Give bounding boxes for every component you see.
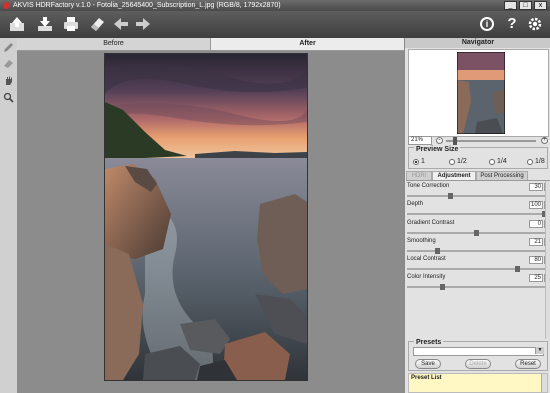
- param-value-field[interactable]: 80: [529, 256, 543, 264]
- preview-size-option[interactable]: 1/4: [489, 158, 507, 165]
- param-label: Depth: [407, 201, 424, 207]
- param-value-field[interactable]: 25: [529, 274, 543, 282]
- preview-size-option[interactable]: 1: [413, 158, 425, 165]
- radio-dot[interactable]: [489, 158, 495, 165]
- param-row: Gradient Contrast 0: [407, 220, 549, 237]
- hdr-photo[interactable]: [104, 53, 308, 381]
- settings-tabs: HDRI Adjustment Post Processing: [406, 171, 550, 181]
- param-row: Smoothing 21: [407, 238, 549, 255]
- param-label: Tone Correction: [407, 183, 450, 189]
- preset-list[interactable]: Preset List: [408, 373, 548, 393]
- param-label: Smoothing: [407, 238, 436, 244]
- param-value-field[interactable]: 30: [529, 183, 543, 191]
- settings-icon[interactable]: [526, 15, 544, 33]
- zoom-slider-handle[interactable]: [453, 137, 457, 145]
- maximize-button[interactable]: □: [519, 1, 532, 10]
- tab-before[interactable]: Before: [17, 38, 211, 50]
- app-logo-icon: [3, 2, 10, 9]
- navigator-thumbnail[interactable]: [457, 52, 505, 134]
- print-icon[interactable]: [62, 15, 80, 33]
- preview-size-option[interactable]: 1/2: [449, 158, 467, 165]
- preset-select[interactable]: [413, 347, 544, 356]
- eraser-icon[interactable]: [88, 15, 106, 33]
- pencil-icon[interactable]: [3, 42, 14, 53]
- save-icon[interactable]: [36, 15, 54, 33]
- minimize-button[interactable]: _: [504, 1, 517, 10]
- param-row: Tone Correction 30: [407, 183, 549, 200]
- open-icon[interactable]: [8, 15, 26, 33]
- param-label: Local Contrast: [407, 256, 446, 262]
- param-row: Depth 100: [407, 201, 549, 218]
- preset-list-scrollbar[interactable]: [541, 374, 547, 392]
- help-icon[interactable]: ?: [506, 15, 518, 33]
- tab-hdri[interactable]: HDRI: [406, 171, 432, 180]
- zoom-slider[interactable]: [446, 140, 536, 142]
- zoom-select[interactable]: 21%: [408, 136, 432, 145]
- zoom-controls: 21% - +: [408, 136, 550, 146]
- param-slider[interactable]: [407, 213, 545, 215]
- param-label: Color Intensity: [407, 274, 446, 280]
- tab-after[interactable]: After: [211, 38, 404, 50]
- zoom-icon[interactable]: [3, 92, 14, 103]
- undo-icon[interactable]: [112, 15, 130, 33]
- save-preset-button[interactable]: Save: [415, 359, 441, 369]
- radio-dot[interactable]: [527, 158, 533, 165]
- window-controls: _ □ x: [504, 1, 547, 10]
- title-bar: AKVIS HDRFactory v.1.0 - Fotolia_2564540…: [0, 0, 550, 11]
- param-value-field[interactable]: 0: [529, 220, 543, 228]
- param-slider-handle[interactable]: [474, 230, 479, 236]
- info-icon[interactable]: i: [480, 17, 494, 31]
- param-slider[interactable]: [407, 195, 545, 197]
- panel-scrollbar[interactable]: [545, 181, 550, 339]
- tab-post-processing[interactable]: Post Processing: [476, 171, 528, 180]
- radio-dot[interactable]: [449, 158, 455, 165]
- preview-size-group: Preview Size 1 1/2 1/4 1/8: [408, 146, 548, 169]
- radio-dot[interactable]: [413, 158, 419, 165]
- preset-list-label: Preset List: [411, 375, 442, 381]
- redo-icon[interactable]: [134, 15, 152, 33]
- image-view-area: Before After: [17, 38, 404, 393]
- eraser-tool-icon[interactable]: [3, 58, 14, 69]
- presets-title: Presets: [414, 339, 444, 346]
- param-slider-handle[interactable]: [440, 284, 445, 290]
- param-row: Color Intensity 25: [407, 274, 549, 291]
- param-slider-handle[interactable]: [435, 248, 440, 254]
- param-slider[interactable]: [407, 268, 545, 270]
- presets-group: Presets ▼ Save Delete Reset: [408, 339, 548, 371]
- param-label: Gradient Contrast: [407, 220, 455, 226]
- toolbar: i ?: [0, 11, 550, 38]
- tab-adjustment[interactable]: Adjustment: [432, 171, 476, 180]
- zoom-in-button[interactable]: +: [541, 137, 548, 144]
- preview-size-label: 1/2: [457, 158, 467, 165]
- view-tabs: Before After: [17, 38, 404, 51]
- preview-size-label: 1: [421, 158, 425, 165]
- param-value-field[interactable]: 21: [529, 238, 543, 246]
- left-tool-strip: [0, 38, 18, 393]
- param-slider[interactable]: [407, 286, 545, 288]
- preview-size-label: 1/8: [535, 158, 545, 165]
- navigator-title: Navigator: [405, 38, 550, 48]
- delete-preset-button[interactable]: Delete: [465, 359, 491, 369]
- param-slider[interactable]: [407, 250, 545, 252]
- param-row: Local Contrast 80: [407, 256, 549, 273]
- param-value-field[interactable]: 100: [529, 201, 543, 209]
- param-slider-handle[interactable]: [515, 266, 520, 272]
- right-panel: Navigator 21% - + Preview Size 1 1/2 1/4…: [404, 38, 550, 393]
- navigator-preview[interactable]: [408, 49, 549, 137]
- param-slider-handle[interactable]: [448, 193, 453, 199]
- preview-size-title: Preview Size: [414, 146, 461, 153]
- preview-size-label: 1/4: [497, 158, 507, 165]
- zoom-out-button[interactable]: -: [436, 137, 443, 144]
- preview-size-option[interactable]: 1/8: [527, 158, 545, 165]
- window-title: AKVIS HDRFactory v.1.0 - Fotolia_2564540…: [13, 2, 281, 9]
- close-button[interactable]: x: [534, 1, 547, 10]
- hand-icon[interactable]: [3, 75, 14, 86]
- reset-button[interactable]: Reset: [515, 359, 541, 369]
